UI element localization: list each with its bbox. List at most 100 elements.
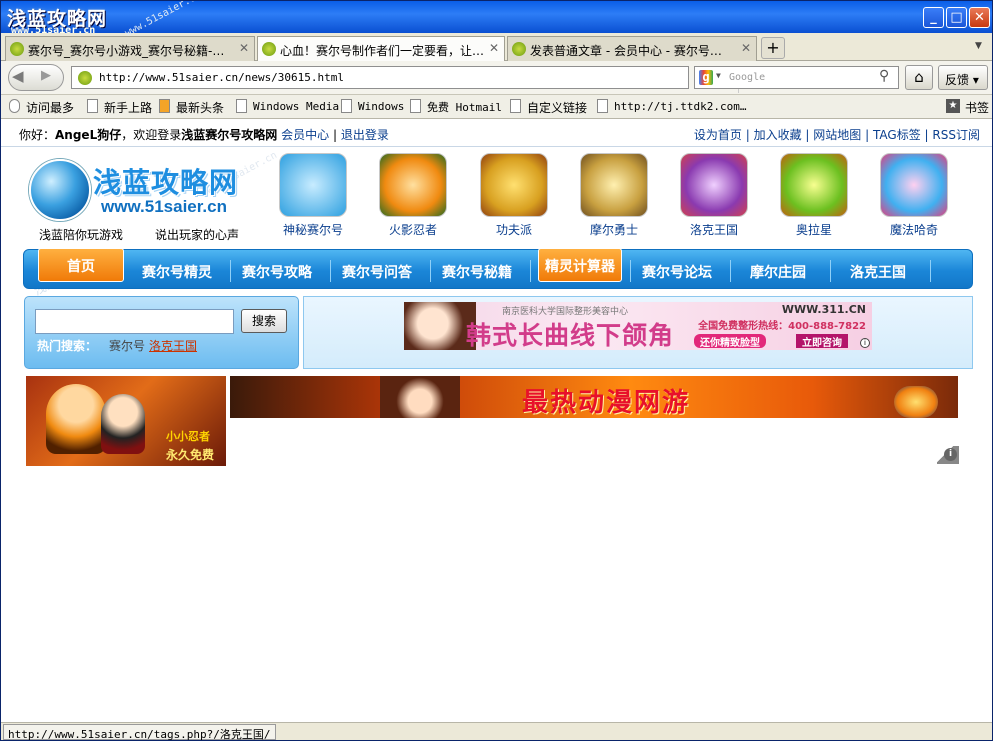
nav-spirit-calculator[interactable]: 精灵计算器 bbox=[538, 248, 622, 282]
bookmark-label: http://tj.ttdk2.com… bbox=[614, 100, 747, 113]
bookmarks-menu-button[interactable]: 书签 bbox=[965, 99, 989, 116]
nav-divider bbox=[630, 260, 631, 282]
slogan: 说出玩家的心声 bbox=[155, 228, 240, 242]
page-icon bbox=[510, 99, 521, 113]
nav-roco-kingdom[interactable]: 洛克王国 bbox=[850, 262, 906, 282]
nav-divider bbox=[430, 260, 431, 282]
address-url: http://www.51saier.cn/news/30615.html bbox=[99, 71, 345, 84]
minimize-button[interactable]: _ bbox=[923, 7, 944, 28]
bookmark-item[interactable]: 自定义链接 bbox=[510, 99, 587, 116]
nav-divider bbox=[830, 260, 831, 282]
site-name: 浅蓝赛尔号攻略网 bbox=[181, 128, 278, 142]
browser-window: 浅蓝攻略网 www.51saier.cn _ □ ✕ 赛尔号_赛尔号小游戏_赛尔… bbox=[0, 0, 993, 741]
ad-consult-button[interactable]: 立即咨询 bbox=[796, 334, 848, 349]
forward-arrow-icon[interactable]: ▶ bbox=[41, 68, 51, 83]
search-button[interactable]: 搜索 bbox=[241, 309, 287, 333]
rss-link[interactable]: RSS订阅 bbox=[932, 128, 980, 142]
naruto-game-banner[interactable]: 小小忍者 永久免费 bbox=[26, 376, 226, 466]
back-arrow-icon[interactable]: ◀ bbox=[12, 67, 24, 85]
game-thumbnail bbox=[680, 153, 748, 217]
bookmark-item[interactable]: 新手上路 bbox=[87, 99, 152, 116]
set-homepage-link[interactable]: 设为首页 bbox=[694, 128, 742, 142]
navigation-toolbar: ◀ ▶ http://www.51saier.cn/news/30615.htm… bbox=[1, 61, 992, 95]
game-thumbnail bbox=[480, 153, 548, 217]
tab-close-icon[interactable]: ✕ bbox=[239, 41, 249, 55]
tab-label: 赛尔号_赛尔号小游戏_赛尔号秘籍-… bbox=[28, 44, 225, 58]
back-forward-group: ◀ ▶ bbox=[8, 64, 64, 91]
game-thumbnail bbox=[379, 153, 447, 217]
logo-title: 浅蓝攻略网 bbox=[93, 166, 239, 199]
advertisement-banner[interactable]: 南京医科大学国际整形美容中心 韩式长曲线下颌角 WWW.311.CN 全国免费整… bbox=[404, 302, 872, 350]
nav-seer-forum[interactable]: 赛尔号论坛 bbox=[642, 262, 712, 282]
nav-home[interactable]: 首页 bbox=[38, 248, 124, 282]
site-logo[interactable]: 浅蓝攻略网 www.51saier.cn bbox=[29, 159, 249, 229]
game-label: 神秘赛尔号 bbox=[282, 223, 343, 237]
nav-seer-cheats[interactable]: 赛尔号秘籍 bbox=[442, 262, 512, 282]
bookmark-item[interactable]: http://tj.ttdk2.com… bbox=[597, 99, 746, 113]
member-center-link[interactable]: 会员中心 bbox=[281, 128, 329, 142]
nav-divider bbox=[930, 260, 931, 282]
username: AngeL狗仔 bbox=[55, 128, 122, 142]
bookmark-label: 最新头条 bbox=[176, 101, 225, 115]
nav-divider bbox=[730, 260, 731, 282]
ad-slogan: 还你精致脸型 bbox=[694, 334, 766, 349]
site-favicon-icon bbox=[512, 42, 526, 56]
status-bar: http://www.51saier.cn/tags.php?/洛克王国/ bbox=[1, 722, 992, 740]
bookmark-item[interactable]: 最新头条 bbox=[159, 99, 224, 116]
tab-label: 发表普通文章 - 会员中心 - 赛尔号… bbox=[530, 44, 722, 58]
tab-bar: 赛尔号_赛尔号小游戏_赛尔号秘籍-… ✕ 心血！赛尔号制作者们一定要看，让… ✕… bbox=[1, 33, 992, 62]
bookmark-item[interactable]: 访问最多 bbox=[9, 99, 74, 116]
game-thumbnail bbox=[279, 153, 347, 217]
nav-mole-manor[interactable]: 摩尔庄园 bbox=[750, 262, 806, 282]
tab-list-icon[interactable]: ▼ bbox=[975, 41, 982, 51]
nav-seer-qa[interactable]: 赛尔号问答 bbox=[342, 262, 412, 282]
nav-seer-guides[interactable]: 赛尔号攻略 bbox=[242, 262, 312, 282]
ad-info-corner[interactable]: i bbox=[937, 446, 959, 464]
nav-seer-spirits[interactable]: 赛尔号精灵 bbox=[142, 262, 212, 282]
tag-link[interactable]: TAG标签 bbox=[873, 128, 921, 142]
nav-divider bbox=[230, 260, 231, 282]
anime-game-banner[interactable]: 最热动漫网游 bbox=[230, 376, 958, 418]
separator: | bbox=[745, 128, 750, 142]
slogan: 浅蓝陪你玩游戏 bbox=[39, 228, 124, 242]
close-window-button[interactable]: ✕ bbox=[969, 7, 990, 28]
sitemap-link[interactable]: 网站地图 bbox=[813, 128, 861, 142]
tab-close-icon[interactable]: ✕ bbox=[489, 41, 499, 55]
bookmark-item[interactable]: Windows Media bbox=[236, 99, 339, 113]
hot-search-item[interactable]: 洛克王国 bbox=[149, 337, 197, 354]
game-label: 火影忍者 bbox=[388, 223, 437, 237]
search-input[interactable]: g ▼ Google ⚲ bbox=[694, 66, 899, 89]
maximize-button[interactable]: □ bbox=[946, 7, 967, 28]
game-kungfu[interactable]: 功夫派 bbox=[464, 153, 564, 238]
game-seer[interactable]: 神秘赛尔号 bbox=[263, 153, 363, 238]
tab-1[interactable]: 赛尔号_赛尔号小游戏_赛尔号秘籍-… ✕ bbox=[5, 36, 255, 61]
add-favorite-link[interactable]: 加入收藏 bbox=[754, 128, 802, 142]
game-aola[interactable]: 奥拉星 bbox=[764, 153, 864, 238]
game-label: 摩尔勇士 bbox=[589, 223, 638, 237]
new-tab-button[interactable]: + bbox=[761, 37, 785, 59]
site-search-input[interactable] bbox=[35, 309, 234, 334]
info-icon[interactable]: i bbox=[860, 338, 870, 348]
game-thumbnail bbox=[880, 153, 948, 217]
bookmark-item[interactable]: Windows bbox=[341, 99, 404, 113]
game-magic-hachi[interactable]: 魔法哈奇 bbox=[864, 153, 964, 238]
tab-2-active[interactable]: 心血！赛尔号制作者们一定要看，让… ✕ bbox=[257, 36, 505, 62]
page-content: 浅蓝攻略网 www.51saier.cn 你好：AngeL狗仔，欢迎登录浅蓝赛尔… bbox=[1, 119, 992, 722]
hot-search-item[interactable]: 赛尔号 bbox=[109, 337, 145, 354]
character-image bbox=[380, 376, 460, 418]
banner-free-text: 永久免费 bbox=[166, 448, 215, 462]
game-roco[interactable]: 洛克王国 bbox=[664, 153, 764, 238]
home-icon[interactable]: ⌂ bbox=[905, 65, 933, 90]
address-bar[interactable]: http://www.51saier.cn/news/30615.html ☆ … bbox=[71, 66, 753, 93]
search-icon[interactable]: ⚲ bbox=[879, 68, 889, 84]
game-naruto[interactable]: 火影忍者 bbox=[363, 153, 463, 238]
tags-icon[interactable]: ★ bbox=[946, 99, 960, 113]
chevron-down-icon[interactable]: ▼ bbox=[716, 71, 721, 80]
game-mole-warrior[interactable]: 摩尔勇士 bbox=[564, 153, 664, 238]
feedback-button[interactable]: 反馈 ▾ bbox=[938, 65, 988, 90]
tab-3[interactable]: 发表普通文章 - 会员中心 - 赛尔号… ✕ bbox=[507, 36, 757, 61]
tab-close-icon[interactable]: ✕ bbox=[741, 41, 751, 55]
bookmark-item[interactable]: 免费 Hotmail bbox=[410, 99, 502, 115]
google-icon[interactable]: g bbox=[699, 70, 713, 85]
logout-link[interactable]: 退出登录 bbox=[341, 128, 389, 142]
